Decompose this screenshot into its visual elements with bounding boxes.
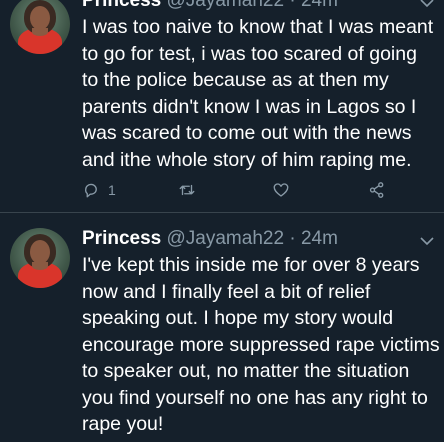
reply-icon — [85, 183, 97, 198]
tweet-text-line: and ithe whole story of him raping me. — [82, 148, 412, 171]
tweet-text: I was too naive to know that I was meant… — [82, 14, 438, 173]
tweet-text-line: speaking out. I hope my story would — [82, 307, 394, 329]
reply-button[interactable]: 1 — [82, 180, 116, 200]
like-icon — [273, 183, 289, 197]
like-button[interactable] — [272, 180, 290, 200]
retweet-icon — [179, 184, 195, 196]
user-handle[interactable]: @Jayamah22 — [167, 228, 285, 249]
tweet-text-line: rape you! — [82, 413, 164, 435]
chevron-down-icon[interactable] — [420, 236, 434, 246]
tweet-text-line: encourage more suppressed rape victims — [82, 333, 440, 356]
retweet-button[interactable] — [178, 180, 196, 200]
tweet-text-line: you find yourself no one has any right t… — [82, 386, 428, 409]
display-name[interactable]: Princess — [82, 228, 161, 249]
tweet-text-line: parents didn't know I was in Lagos so I — [82, 95, 417, 118]
display-name[interactable]: Princess — [82, 0, 161, 11]
timestamp[interactable]: 24m — [301, 228, 338, 249]
tweet-text-line: to the police because as at then my — [82, 69, 389, 91]
tweet-text-line: I was too naive to know that I was meant — [82, 16, 434, 38]
timestamp[interactable]: 24m — [301, 0, 338, 11]
tweet-actions: 1 — [82, 180, 412, 200]
share-button[interactable] — [368, 180, 386, 200]
user-handle[interactable]: @Jayamah22 — [167, 0, 285, 11]
tweet-text-line: I've kept this inside me for over 8 year… — [82, 254, 420, 276]
tweet-text: I've kept this inside me for over 8 year… — [82, 252, 440, 438]
tweet-divider — [0, 212, 444, 213]
separator: · — [289, 0, 296, 11]
share-icon — [369, 182, 384, 198]
tweet-header: Princess @Jayamah22 · 24m — [82, 0, 338, 12]
chevron-down-icon[interactable] — [420, 0, 434, 8]
tweet-text-line: now and I finally feel a bit of relief — [82, 280, 371, 303]
tweet-text-line: was scared to come out with the news — [82, 122, 412, 144]
tweet[interactable]: Princess @Jayamah22 · 24m I've kept this… — [0, 222, 444, 442]
tweet[interactable]: Princess @Jayamah22 · 24m I was too naiv… — [0, 0, 444, 210]
tweet-text-line: to go for test, i was too scared of goin… — [82, 42, 417, 65]
tweet-header: Princess @Jayamah22 · 24m — [82, 228, 338, 250]
tweet-text-line: to speaker out, no matter the situation — [82, 360, 410, 382]
reply-count: 1 — [108, 182, 116, 198]
avatar[interactable] — [10, 228, 70, 288]
separator: · — [289, 228, 296, 249]
avatar[interactable] — [10, 0, 70, 54]
